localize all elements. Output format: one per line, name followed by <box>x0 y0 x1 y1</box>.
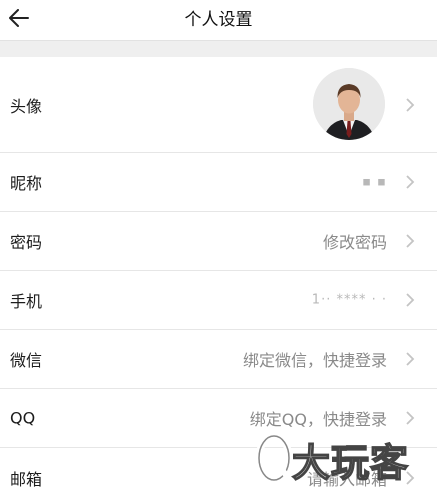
phone-row[interactable]: 手机 1·· **** · · <box>0 271 437 330</box>
back-arrow-icon <box>9 9 29 27</box>
phone-value: 1·· **** · · <box>311 292 387 308</box>
nickname-value: ▪ ▪ <box>362 174 387 190</box>
chevron-right-icon <box>406 175 415 189</box>
email-value: 请输入邮箱 <box>306 469 387 489</box>
row-label-password: 密码 <box>10 233 43 252</box>
chevron-right-icon <box>406 411 415 425</box>
email-row[interactable]: 邮箱 请输入邮箱 <box>0 448 437 500</box>
chevron-right-icon <box>406 470 415 485</box>
nickname-row[interactable]: 昵称 ▪ ▪ <box>0 153 437 212</box>
password-row[interactable]: 密码 修改密码 <box>0 212 437 271</box>
personal-settings-page: 个人设置 头像 昵称 ▪ ▪ 密码 修改密码 手机 1·· **** · · 微… <box>0 0 437 500</box>
qq-row[interactable]: QQ 绑定QQ，快捷登录 <box>0 389 437 448</box>
password-value: 修改密码 <box>322 233 387 252</box>
row-label-qq: QQ <box>10 408 36 428</box>
back-button[interactable] <box>2 3 36 33</box>
avatar-portrait-icon <box>313 68 385 140</box>
chevron-right-icon <box>406 293 415 307</box>
row-label-email: 邮箱 <box>10 469 43 489</box>
page-title: 个人设置 <box>184 10 253 30</box>
wechat-value: 绑定微信，快捷登录 <box>242 351 387 370</box>
settings-list: 头像 昵称 ▪ ▪ 密码 修改密码 手机 1·· **** · · 微信 绑定微… <box>0 57 437 500</box>
row-label-nickname: 昵称 <box>10 174 43 193</box>
qq-value: 绑定QQ，快捷登录 <box>249 410 387 429</box>
chevron-right-icon <box>406 234 415 248</box>
row-label-wechat: 微信 <box>10 351 43 370</box>
top-bar: 个人设置 <box>0 0 437 40</box>
avatar[interactable] <box>313 68 385 140</box>
row-label-avatar: 头像 <box>10 96 43 116</box>
section-gap <box>0 40 437 57</box>
wechat-row[interactable]: 微信 绑定微信，快捷登录 <box>0 330 437 389</box>
chevron-right-icon <box>406 97 415 112</box>
row-label-phone: 手机 <box>10 292 43 311</box>
avatar-row[interactable]: 头像 <box>0 57 437 153</box>
chevron-right-icon <box>406 352 415 366</box>
